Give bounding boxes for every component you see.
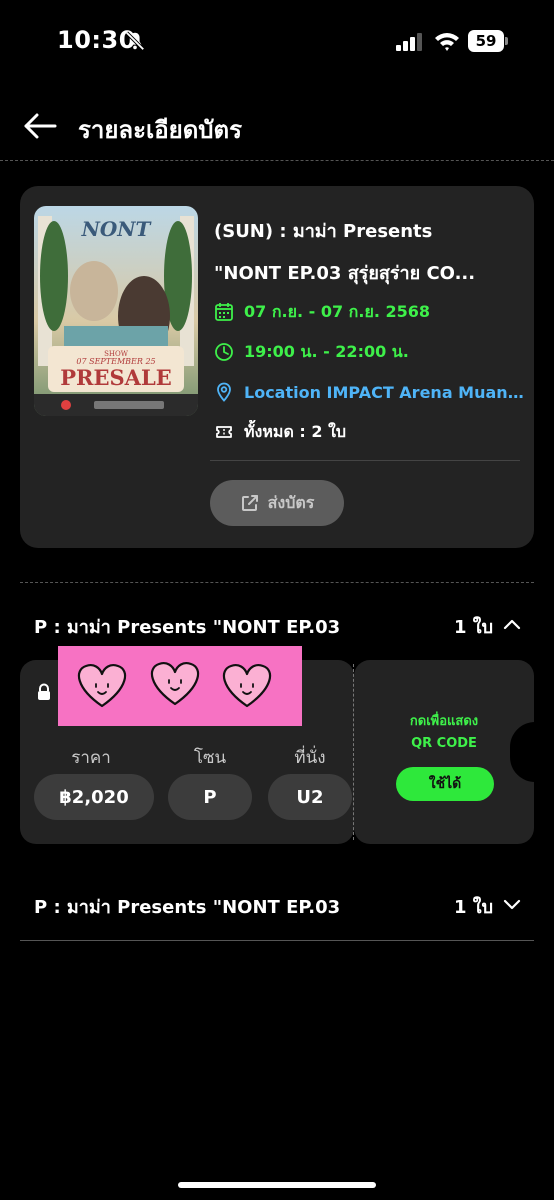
seat-value: U2 xyxy=(268,774,352,820)
event-location-link[interactable]: Location IMPACT Arena Muan... xyxy=(244,383,524,402)
cellular-signal-icon xyxy=(396,33,422,51)
lock-icon xyxy=(38,683,50,700)
event-location-row[interactable]: Location IMPACT Arena Muan... xyxy=(214,380,524,404)
redaction-sticker xyxy=(58,646,302,726)
ticket-group-count: 1 ใบ xyxy=(454,617,494,638)
battery-level: 59 xyxy=(468,30,504,52)
bell-slash-icon xyxy=(125,31,145,51)
status-bar: 10:30 59 xyxy=(0,0,554,84)
ticket-group-count: 1 ใบ xyxy=(454,897,494,918)
calendar-icon xyxy=(215,303,233,321)
send-ticket-label: ส่งบัตร xyxy=(267,492,315,512)
group-divider xyxy=(20,940,534,941)
event-title-line1: (SUN) : มาม่า Presents xyxy=(214,221,433,242)
event-title-line2: "NONT EP.03 สุรุ่ยสุร่าย CO... xyxy=(214,263,476,284)
event-time: 19:00 น. - 22:00 น. xyxy=(244,341,409,361)
zone-value: P xyxy=(168,774,252,820)
ticket-stub-right[interactable] xyxy=(354,660,534,844)
battery-tip xyxy=(505,37,508,45)
section-divider xyxy=(20,582,534,583)
header-divider xyxy=(0,160,554,161)
chevron-down-icon[interactable] xyxy=(502,896,522,912)
event-time-row: 19:00 น. - 22:00 น. xyxy=(214,340,409,364)
svg-text:NONT: NONT xyxy=(81,217,153,241)
zone-label: โซน xyxy=(193,748,227,768)
location-pin-icon xyxy=(217,382,231,402)
back-arrow-icon[interactable] xyxy=(22,112,58,140)
qr-show-label[interactable]: กดเพื่อแสดง xyxy=(354,710,534,731)
ticket-notch xyxy=(510,722,554,782)
external-share-icon xyxy=(241,495,258,511)
home-indicator[interactable] xyxy=(178,1182,376,1188)
use-ticket-button[interactable]: ใช้ได้ xyxy=(396,767,494,801)
price-value: ฿2,020 xyxy=(34,774,154,820)
ticket-group-title: P : มาม่า Presents "NONT EP.03 xyxy=(34,897,341,918)
ticket-group-header-2[interactable]: P : มาม่า Presents "NONT EP.03 1 ใบ xyxy=(0,884,554,924)
seat-label: ที่นั่ง xyxy=(294,748,326,768)
qr-code-label[interactable]: QR CODE xyxy=(354,736,534,751)
event-date: 07 ก.ย. - 07 ก.ย. 2568 xyxy=(244,301,430,321)
header: รายละเอียดบัตร xyxy=(0,100,554,156)
ticket-group-header-1[interactable]: P : มาม่า Presents "NONT EP.03 1 ใบ xyxy=(0,604,554,644)
price-label: ราคา xyxy=(71,748,111,768)
event-date-row: 07 ก.ย. - 07 ก.ย. 2568 xyxy=(214,300,430,324)
event-card: NONT SHOW 07 SEPTEMBER 25 PRESALE (SUN) … xyxy=(20,186,534,548)
card-divider xyxy=(210,460,520,461)
event-poster-image: NONT SHOW 07 SEPTEMBER 25 PRESALE xyxy=(34,206,198,416)
ticket-group-title: P : มาม่า Presents "NONT EP.03 xyxy=(34,617,341,638)
ticket-icon xyxy=(216,426,232,438)
clock-icon xyxy=(215,343,233,361)
chevron-up-icon[interactable] xyxy=(502,616,522,632)
send-ticket-button[interactable]: ส่งบัตร xyxy=(210,480,344,526)
ticket-total-row: ทั้งหมด : 2 ใบ xyxy=(214,420,346,444)
battery-indicator: 59 xyxy=(468,30,508,52)
ticket-perforation xyxy=(353,664,354,840)
wifi-icon xyxy=(435,33,459,51)
page-title: รายละเอียดบัตร xyxy=(78,116,243,144)
ticket-total: ทั้งหมด : 2 ใบ xyxy=(244,421,347,441)
svg-text:PRESALE: PRESALE xyxy=(60,365,171,390)
